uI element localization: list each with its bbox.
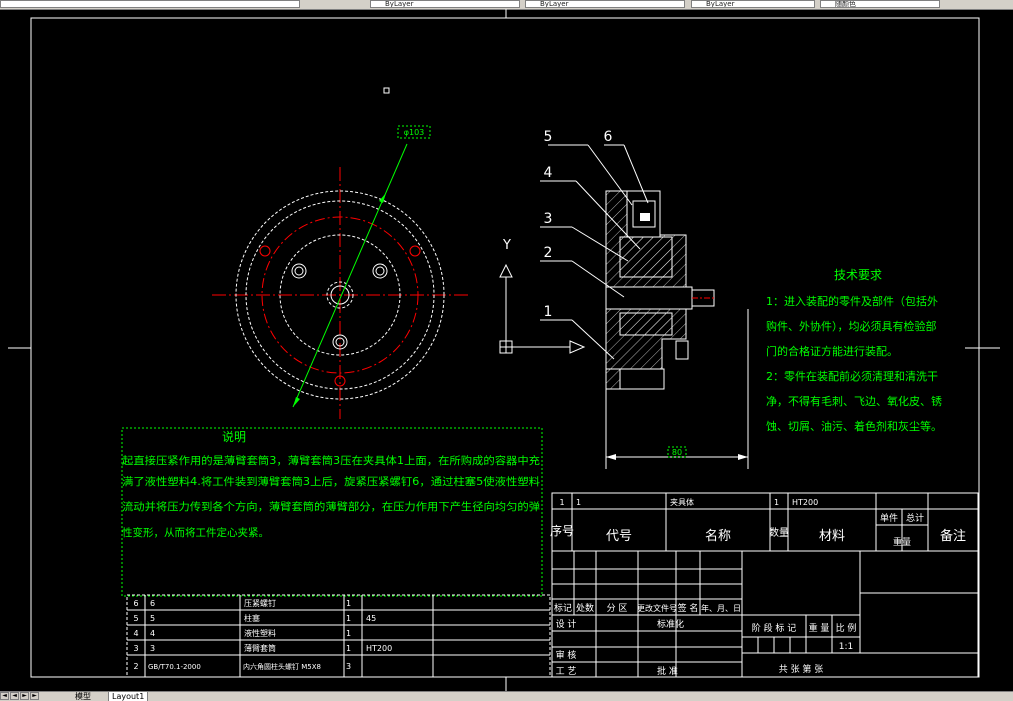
callout-3: 3 xyxy=(544,211,553,227)
header-material: 材料 xyxy=(819,529,845,544)
tb-sheets: 共 张 第 张 xyxy=(779,663,824,675)
tech-req-line-3: 门的合格证方能进行装配。 xyxy=(766,344,898,358)
notes-line-1: 起直接压紧作用的是薄臂套筒3，薄臂套筒3压在夹具体1上面，在所购成的容器中充 xyxy=(122,454,541,467)
header-name: 名称 xyxy=(705,528,731,544)
notes-line-4: 性变形，从而将工件定心夹紧。 xyxy=(122,526,269,539)
bom-r6-qty: 1 xyxy=(346,599,351,608)
tech-req-line-4: 2：零件在装配前必须清理和清洗干 xyxy=(766,369,938,383)
tb-sign: 签 名 xyxy=(678,602,699,614)
ucs-y-label: Y xyxy=(502,238,511,253)
tb-standard: 标准化 xyxy=(657,618,684,630)
bom-r5-mat: 45 xyxy=(366,614,376,623)
tb-zone: 分 区 xyxy=(607,603,628,614)
bom-r5-no: 5 xyxy=(133,614,138,623)
tb-process: 工 艺 xyxy=(556,666,577,677)
header-qty: 数量 xyxy=(769,526,789,539)
section-view xyxy=(540,144,749,469)
linetype-dropdown[interactable]: ByLayer xyxy=(525,0,685,8)
bom-r3-no: 3 xyxy=(133,644,138,653)
bom-r4-qty: 1 xyxy=(346,629,351,638)
tb-design: 设 计 xyxy=(556,618,577,630)
notes-title: 说明 xyxy=(222,429,246,444)
tb-change-doc: 更改文件号 xyxy=(637,603,677,613)
last-tab-icon[interactable]: ► xyxy=(30,692,39,700)
tb-approve: 批 准 xyxy=(657,665,678,677)
bom-r4-code: 4 xyxy=(150,629,155,638)
bom-r2-code: GB/T70.1-2000 xyxy=(148,663,201,671)
notes-line-2: 满了液性塑料4.将工件装到薄臂套筒3上后，旋紧压紧螺钉6，通过柱塞5使液性塑料 xyxy=(122,475,541,488)
header-remark: 备注 xyxy=(940,528,966,544)
first-tab-icon[interactable]: ◄ xyxy=(0,692,9,700)
bom-r3-name: 薄臂套筒 xyxy=(244,643,276,653)
header-no: 序号 xyxy=(550,523,574,538)
bom-r6-code: 6 xyxy=(150,599,155,608)
bom-r4-no: 4 xyxy=(133,629,138,638)
bom-r4-name: 液性塑料 xyxy=(244,628,276,638)
bom-r1-qty: 1 xyxy=(774,498,779,507)
bom-r1-code: 1 xyxy=(576,498,581,507)
header-weight: 重量 xyxy=(893,536,911,548)
title-block xyxy=(551,550,979,678)
header-code: 代号 xyxy=(606,529,632,544)
tech-req-title: 技术要求 xyxy=(834,268,882,282)
bom-r6-no: 6 xyxy=(133,599,138,608)
next-tab-icon[interactable]: ► xyxy=(20,692,29,700)
ucs-icon xyxy=(499,263,586,354)
bom-r3-mat: HT200 xyxy=(366,644,392,653)
layer-dropdown[interactable] xyxy=(0,0,300,8)
top-view xyxy=(212,143,468,419)
tech-req-line-6: 蚀、切屑、油污、着色剂和灰尘等。 xyxy=(766,419,942,433)
notes-line-3: 流动并将压力传到各个方向，薄臂套筒的薄臂部分，在压力作用下产生径向均匀的弹 xyxy=(122,500,541,513)
width-dimension: 80 xyxy=(672,448,682,457)
bom-r2-name: 内六角圆柱头螺钉 M5X8 xyxy=(243,662,321,671)
callout-1: 1 xyxy=(544,304,553,320)
callout-6: 6 xyxy=(604,129,613,145)
tb-mark: 标记 xyxy=(554,602,572,614)
tb-weight: 重 量 xyxy=(809,622,830,634)
bom-r6-name: 压紧螺钉 xyxy=(244,598,276,608)
properties-icon[interactable] xyxy=(306,0,362,8)
bom-r5-code: 5 xyxy=(150,614,155,623)
tb-scale-label: 比 例 xyxy=(836,622,857,634)
tb-scale: 1:1 xyxy=(839,642,853,652)
callout-2: 2 xyxy=(544,245,553,261)
bom-r2-qty: 3 xyxy=(346,662,351,671)
tb-stage: 阶 段 标 记 xyxy=(752,622,797,634)
lineweight-dropdown[interactable]: ByLayer xyxy=(691,0,815,8)
bom-r2-no: 2 xyxy=(133,662,138,671)
prev-tab-icon[interactable]: ◄ xyxy=(10,692,19,700)
plotstyle-dropdown[interactable]: 随颜色 xyxy=(820,0,940,8)
tech-req-line-2: 购件、外协件），均必须具有检验部 xyxy=(766,319,937,333)
bom-r1-mat: HT200 xyxy=(792,498,818,507)
grip-point[interactable] xyxy=(383,87,390,94)
bom-r3-qty: 1 xyxy=(346,644,351,653)
header-total: 总计 xyxy=(906,512,924,524)
header-unit: 单件 xyxy=(880,512,898,524)
bom-r1-no: 1 xyxy=(559,498,564,507)
tech-req-line-5: 净，不得有毛刺、飞边、氧化皮、锈 xyxy=(766,394,942,408)
tb-count: 处数 xyxy=(576,602,594,614)
tb-review: 审 核 xyxy=(556,649,577,661)
bom-r5-name: 柱塞 xyxy=(244,613,260,623)
color-dropdown[interactable]: ByLayer xyxy=(370,0,520,8)
callout-5: 5 xyxy=(544,129,553,145)
diameter-dimension: φ103 xyxy=(404,128,425,137)
bom-r5-qty: 1 xyxy=(346,614,351,623)
callout-4: 4 xyxy=(544,165,553,181)
tb-date: 年、月、日 xyxy=(701,603,741,613)
bom-r3-code: 3 xyxy=(150,644,155,653)
drawing-canvas[interactable]: φ103 Y 5 6 4 3 2 1 80 技术要求 1：进入装配的零件及部件（… xyxy=(0,9,1013,691)
bom-r1-name: 夹具体 xyxy=(670,497,694,507)
tech-req-line-1: 1：进入装配的零件及部件（包括外 xyxy=(766,294,938,308)
